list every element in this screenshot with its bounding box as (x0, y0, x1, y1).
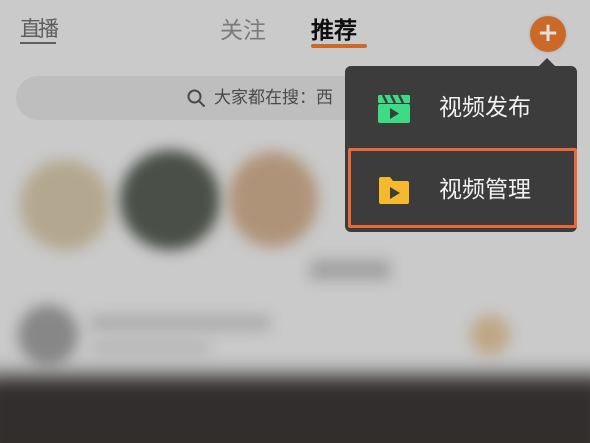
highlight-box (348, 148, 577, 228)
app-screen: 直播 关注 推荐 + 大家都在搜：西 视频发布 视频管理 (0, 0, 590, 443)
menu-item-video-publish[interactable]: 视频发布 (345, 68, 577, 148)
menu-item-label: 视频发布 (439, 95, 531, 121)
video-clapper-icon (378, 94, 410, 123)
